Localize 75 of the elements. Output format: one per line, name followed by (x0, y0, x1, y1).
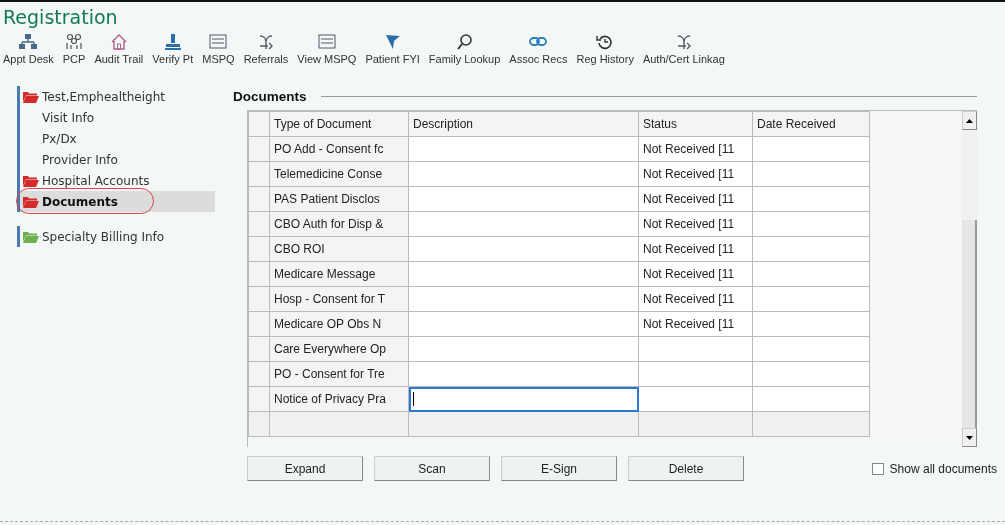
table-cell: Medicare Message (269, 261, 409, 287)
row-header[interactable] (248, 161, 270, 187)
toolbar-button[interactable]: Reg History (576, 33, 634, 66)
table-cell: Not Received [11 (638, 211, 753, 237)
table-cell: Telemedicine Conse (269, 161, 409, 187)
table-cell: PAS Patient Disclos (269, 186, 409, 212)
scroll-thumb[interactable] (962, 220, 977, 428)
stamp-icon (163, 33, 182, 50)
table-cell: Not Received [11 (638, 311, 753, 337)
toolbar-button[interactable]: View MSPQ (297, 33, 357, 66)
input-field[interactable] (408, 386, 639, 412)
row-header[interactable] (248, 236, 270, 262)
toolbar-button[interactable]: Verify Pt (152, 33, 194, 66)
row-header[interactable] (248, 136, 270, 162)
history-icon (596, 33, 615, 50)
scroll-up-icon[interactable] (962, 111, 977, 130)
nav-item[interactable]: Specialty Billing Info (20, 226, 215, 247)
people-icon (65, 33, 84, 50)
scrollbar[interactable] (962, 111, 977, 447)
action-button[interactable]: E-Sign (501, 456, 617, 481)
table-cell: Medicare OP Obs N (269, 311, 409, 337)
column-header[interactable]: Status (638, 111, 753, 137)
action-button[interactable]: Expand (247, 456, 363, 481)
search-icon (455, 33, 474, 50)
section-title: Documents (233, 88, 307, 104)
window-title: Registration (2, 5, 118, 29)
table-cell: CBO ROI (269, 236, 409, 262)
row-header[interactable] (248, 261, 270, 287)
table-cell: CBO Auth for Disp & (269, 211, 409, 237)
table-cell: Not Received [11 (638, 161, 753, 187)
column-header[interactable]: Type of Document (269, 111, 409, 137)
table-cell: PO Add - Consent fc (269, 136, 409, 162)
row-header[interactable] (248, 361, 270, 387)
row-header[interactable] (248, 386, 270, 412)
msp-card-icon (209, 33, 228, 50)
action-button[interactable]: Scan (374, 456, 490, 481)
msp-card-icon (317, 33, 336, 50)
table-cell: Not Received [11 (638, 186, 753, 212)
network-icon (19, 33, 38, 50)
toolbar-button[interactable]: Assoc Recs (509, 33, 568, 66)
row-header[interactable] (248, 411, 270, 437)
table-cell: Care Everywhere Op (269, 336, 409, 362)
house-icon (109, 33, 128, 50)
row-header[interactable] (248, 311, 270, 337)
table-cell: Hosp - Consent for T (269, 286, 409, 312)
toolbar-button[interactable]: Audit Trail (94, 33, 144, 66)
toolbar-button[interactable]: PCP (62, 33, 86, 66)
toolbar-button[interactable]: Patient FYI (365, 33, 420, 66)
table-cell: Not Received [11 (638, 236, 753, 262)
row-header[interactable] (248, 186, 270, 212)
nav-item[interactable]: Provider Info (20, 149, 215, 170)
show-all-checkbox[interactable]: Show all documents (871, 461, 997, 476)
toolbar-button[interactable]: Auth/Cert Linkag (642, 33, 725, 66)
branch-arrow-icon (257, 33, 275, 50)
nav-item[interactable]: Visit Info (20, 107, 215, 128)
table-cell: Not Received [11 (638, 261, 753, 287)
nav-item[interactable]: Hospital Accounts (20, 170, 215, 191)
action-button[interactable]: Delete (628, 456, 744, 481)
toolbar-button[interactable]: Referrals (243, 33, 289, 66)
row-header[interactable] (248, 286, 270, 312)
nav-item[interactable]: Px/Dx (20, 128, 215, 149)
row-header[interactable] (248, 211, 270, 237)
toolbar-button[interactable]: MSPQ (202, 33, 235, 66)
column-header[interactable]: Description (408, 111, 639, 137)
table-cell: PO - Consent for Tre (269, 361, 409, 387)
table-cell: Not Received [11 (638, 136, 753, 162)
flag-icon (383, 33, 402, 50)
column-header[interactable]: Date Received (752, 111, 870, 137)
scroll-down-icon[interactable] (962, 428, 977, 447)
table-cell: Not Received [11 (638, 286, 753, 312)
row-header[interactable] (248, 336, 270, 362)
toolbar-button[interactable]: Family Lookup (428, 33, 501, 66)
table-cell: Notice of Privacy Pra (269, 386, 409, 412)
nav-item[interactable]: Test,Emphealtheight (20, 86, 215, 107)
toolbar-button[interactable]: Appt Desk (3, 33, 54, 66)
